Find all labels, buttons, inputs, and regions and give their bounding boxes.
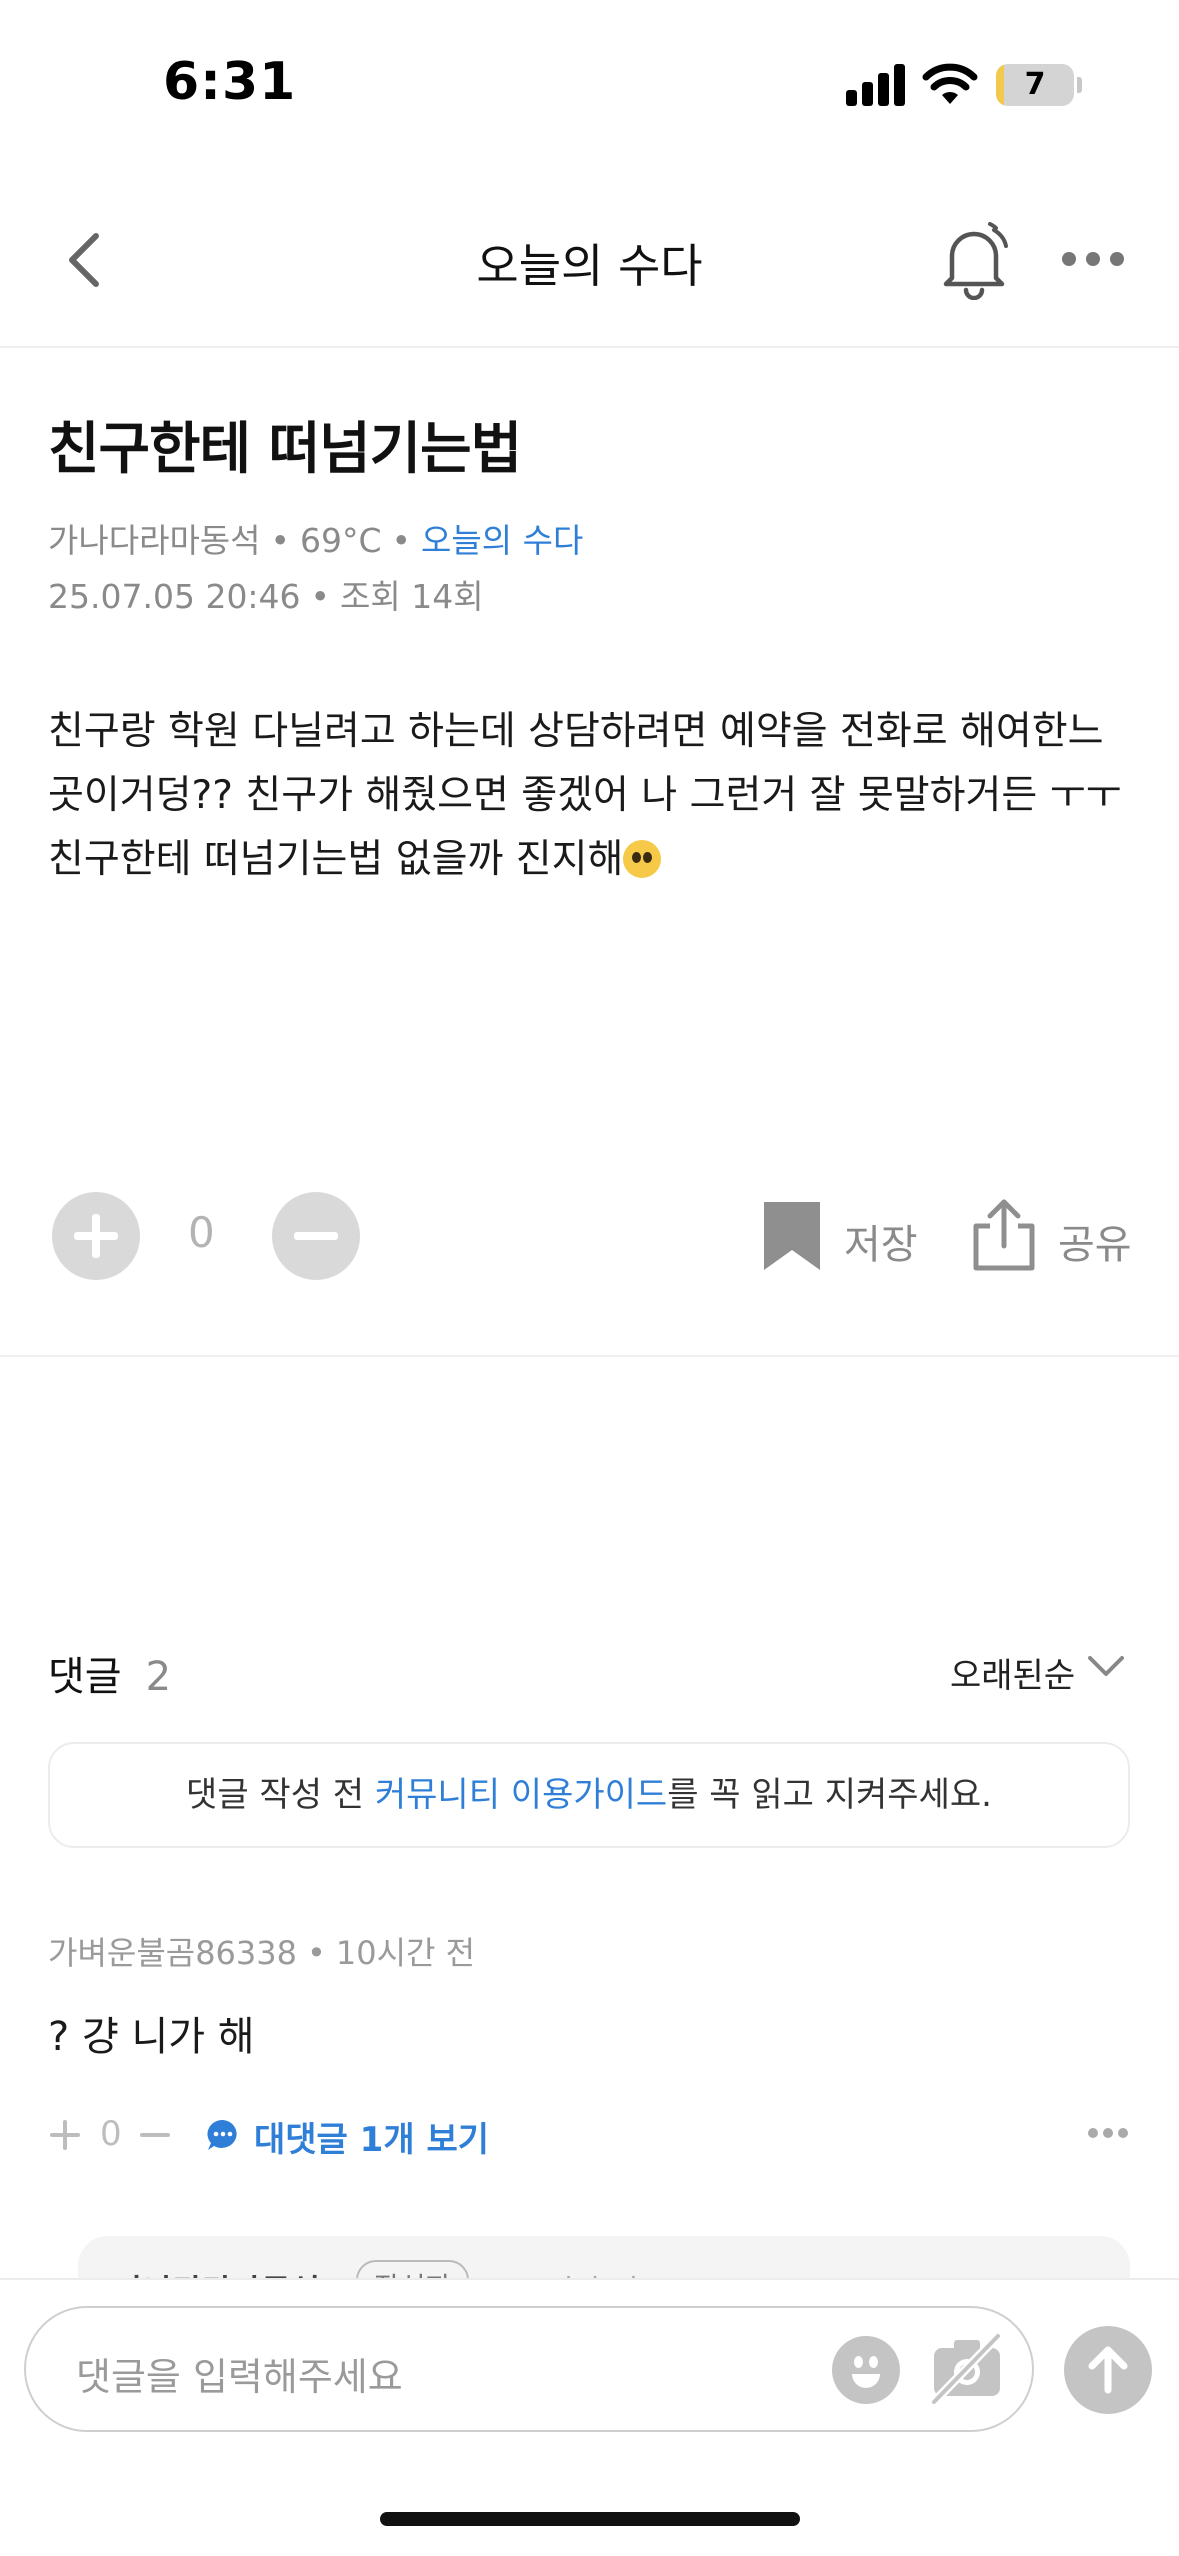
send-button[interactable] bbox=[1064, 2326, 1152, 2414]
author-temperature: 69°C bbox=[300, 521, 382, 560]
comments-count: 2 bbox=[145, 1654, 172, 1700]
comment-meta: 가벼운불곰86338 • 10시간 전 bbox=[48, 1928, 475, 1974]
comment-vote-count: 0 bbox=[100, 2114, 122, 2154]
comments-header: 댓글 2 bbox=[48, 1644, 171, 1702]
arrow-up-icon bbox=[1088, 2346, 1128, 2394]
community-guide-notice: 댓글 작성 전 커뮤니티 이용가이드를 꼭 읽고 지켜주세요. bbox=[48, 1742, 1130, 1848]
battery-tip bbox=[1077, 77, 1082, 93]
status-time: 6:31 bbox=[163, 52, 297, 112]
comment-text: ? 걍 니가 해 bbox=[48, 2014, 255, 2060]
emoji-mouth bbox=[852, 2374, 880, 2388]
camera-off-icon[interactable] bbox=[928, 2330, 1006, 2406]
bell-icon[interactable] bbox=[938, 220, 1010, 300]
comment-author[interactable]: 가벼운불곰86338 bbox=[48, 1934, 297, 1972]
meta-separator: • bbox=[270, 521, 290, 560]
save-button[interactable]: 저장 bbox=[756, 1196, 926, 1276]
status-bar: 6:31 7 bbox=[0, 0, 1179, 160]
post-body-text: 친구랑 학원 다닐려고 하는데 상담하려면 예약을 전화로 해여한느곳이거덩??… bbox=[48, 709, 1122, 882]
comment-time: 10시간 전 bbox=[335, 1934, 476, 1972]
bookmark-icon bbox=[764, 1202, 820, 1270]
divider bbox=[0, 1355, 1179, 1357]
comment-input[interactable]: 댓글을 입력해주세요 bbox=[24, 2306, 1034, 2432]
chat-bubble-icon bbox=[207, 2119, 237, 2150]
emoji-icon[interactable] bbox=[832, 2336, 900, 2404]
more-horizontal-icon[interactable] bbox=[1062, 252, 1124, 268]
comments-label: 댓글 bbox=[48, 1654, 122, 1700]
save-label: 저장 bbox=[844, 1222, 918, 1268]
comment-input-placeholder: 댓글을 입력해주세요 bbox=[76, 2355, 403, 2399]
battery-icon: 7 bbox=[996, 64, 1074, 106]
meta-separator: • bbox=[307, 1934, 326, 1972]
wifi-icon bbox=[922, 63, 978, 104]
vote-count: 0 bbox=[188, 1208, 215, 1257]
downvote-button[interactable] bbox=[272, 1192, 360, 1280]
share-button[interactable]: 공유 bbox=[968, 1196, 1148, 1276]
comment-downvote-button[interactable] bbox=[138, 2118, 172, 2152]
share-icon bbox=[973, 1199, 1035, 1271]
meta-separator: • bbox=[391, 521, 412, 560]
post-body: 친구랑 학원 다닐려고 하는데 상담하려면 예약을 전화로 해여한느곳이거덩??… bbox=[48, 700, 1138, 892]
cellular-signal-icon bbox=[846, 62, 906, 106]
guide-suffix: 를 꼭 읽고 지켜주세요. bbox=[667, 1775, 992, 1815]
pleading-face-emoji bbox=[623, 840, 662, 878]
post-views: 조회 14회 bbox=[340, 577, 484, 616]
post-author[interactable]: 가나다라마동석 bbox=[48, 521, 261, 560]
sort-dropdown[interactable]: 오래된순 bbox=[950, 1648, 1075, 1697]
chevron-down-icon[interactable] bbox=[1086, 1652, 1126, 1680]
comment-upvote-button[interactable] bbox=[48, 2118, 82, 2152]
view-replies-label: 대댓글 1개 보기 bbox=[254, 2120, 490, 2160]
guide-prefix: 댓글 작성 전 bbox=[186, 1775, 375, 1815]
post-meta-date: 25.07.05 20:46 • 조회 14회 bbox=[48, 570, 484, 618]
post-title: 친구한테 떠넘기는법 bbox=[48, 417, 522, 482]
community-guide-link[interactable]: 커뮤니티 이용가이드 bbox=[375, 1775, 667, 1815]
battery-level: 7 bbox=[1024, 67, 1046, 102]
nav-bar: 오늘의 수다 bbox=[0, 200, 1179, 348]
comment-more-icon[interactable] bbox=[1088, 2128, 1128, 2140]
home-indicator bbox=[380, 2512, 800, 2526]
post-date: 25.07.05 20:46 bbox=[48, 577, 301, 616]
board-link[interactable]: 오늘의 수다 bbox=[421, 521, 583, 560]
post-meta: 가나다라마동석 • 69°C • 오늘의 수다 bbox=[48, 514, 583, 562]
meta-separator: • bbox=[310, 577, 331, 616]
upvote-button[interactable] bbox=[52, 1192, 140, 1280]
comment-composer: 댓글을 입력해주세요 bbox=[0, 2278, 1179, 2556]
share-label: 공유 bbox=[1058, 1222, 1132, 1268]
